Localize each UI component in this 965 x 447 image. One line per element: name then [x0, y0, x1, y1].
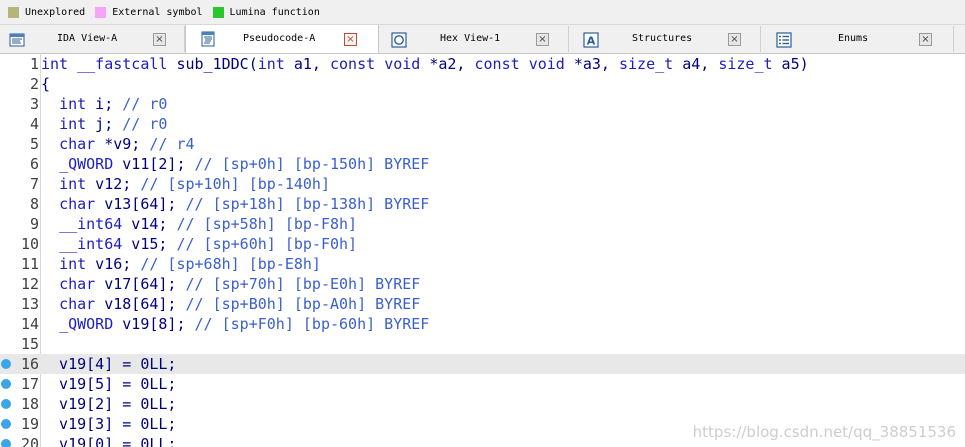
line-number: 9 [29, 215, 39, 233]
code-text[interactable]: char v13[64]; // [sp+18h] [bp-138h] BYRE… [41, 194, 429, 214]
ida-window: Unexplored External symbol Lumina functi… [0, 0, 965, 447]
code-line[interactable]: 2{ [0, 74, 965, 94]
code-text[interactable]: { [41, 74, 50, 94]
line-number: 18 [20, 395, 39, 413]
legend-external-symbol: External symbol [95, 6, 203, 18]
code-text[interactable]: v19[0] = 0LL; [41, 434, 176, 447]
line-number: 20 [20, 435, 39, 447]
line-number: 16 [20, 355, 39, 373]
line-number: 14 [20, 315, 39, 333]
line-number: 15 [20, 335, 39, 353]
tab-structures[interactable]: A Structures × [569, 26, 761, 52]
line-number: 1 [29, 55, 39, 73]
tab-label: Enums [838, 33, 869, 44]
code-text[interactable]: _QWORD v19[8]; // [sp+F0h] [bp-60h] BYRE… [41, 314, 429, 334]
close-icon[interactable]: × [919, 33, 932, 46]
code-text[interactable]: _QWORD v11[2]; // [sp+0h] [bp-150h] BYRE… [41, 154, 429, 174]
enums-icon [776, 32, 792, 48]
code-line[interactable]: 6 _QWORD v11[2]; // [sp+0h] [bp-150h] BY… [0, 154, 965, 174]
code-line[interactable]: 12 char v17[64]; // [sp+70h] [bp-E0h] BY… [0, 274, 965, 294]
code-line[interactable]: 17 v19[5] = 0LL; [0, 374, 965, 394]
external-symbol-swatch-icon [95, 6, 107, 18]
code-line[interactable]: 9 __int64 v14; // [sp+58h] [bp-F8h] [0, 214, 965, 234]
tab-pseudocode-a[interactable]: Pseudocode-A × [185, 25, 379, 53]
code-text[interactable]: v19[2] = 0LL; [41, 394, 176, 414]
disassembly-view-icon [9, 33, 25, 47]
lumina-function-swatch-icon [212, 6, 224, 18]
legend-label: Lumina function [229, 6, 320, 18]
line-number: 5 [29, 135, 39, 153]
tab-enums[interactable]: Enums × [761, 26, 954, 52]
tab-ida-view-a[interactable]: IDA View-A × [0, 26, 185, 52]
code-line[interactable]: 15 [0, 334, 965, 354]
legend-label: Unexplored [25, 6, 86, 18]
code-line[interactable]: 3 int i; // r0 [0, 94, 965, 114]
tab-label: Structures [632, 33, 693, 44]
code-text[interactable]: __int64 v15; // [sp+60h] [bp-F0h] [41, 234, 357, 254]
legend-label: External symbol [112, 6, 203, 18]
watermark: https://blog.csdn.net/qq_38851536 [692, 423, 956, 441]
code-line[interactable]: 1 int __fastcall sub_1DDC(int a1, const v… [0, 54, 965, 74]
structures-icon: A [583, 32, 599, 48]
view-tab-bar: IDA View-A × Pseudocode-A × Hex View-1 × [0, 25, 965, 54]
tab-label: Hex View-1 [440, 33, 501, 44]
color-legend-bar: Unexplored External symbol Lumina functi… [0, 0, 965, 25]
pseudocode-view-icon [201, 31, 215, 47]
legend-lumina-function: Lumina function [212, 6, 320, 18]
code-text[interactable]: int __fastcall sub_1DDC(int a1, const vo… [41, 54, 809, 74]
hex-view-icon [391, 32, 407, 48]
code-line[interactable]: 7 int v12; // [sp+10h] [bp-140h] [0, 174, 965, 194]
code-text[interactable]: int v12; // [sp+10h] [bp-140h] [41, 174, 330, 194]
svg-text:A: A [587, 35, 596, 48]
legend-unexplored: Unexplored [8, 6, 86, 18]
tab-hex-view-1[interactable]: Hex View-1 × [379, 26, 569, 52]
line-number: 13 [20, 295, 39, 313]
code-line[interactable]: 4 int j; // r0 [0, 114, 965, 134]
code-text[interactable]: __int64 v14; // [sp+58h] [bp-F8h] [41, 214, 357, 234]
code-line[interactable]: 18 v19[2] = 0LL; [0, 394, 965, 414]
close-icon[interactable]: × [344, 33, 357, 46]
line-number: 11 [20, 255, 39, 273]
line-number: 6 [29, 155, 39, 173]
code-text[interactable]: v19[5] = 0LL; [41, 374, 176, 394]
close-icon[interactable]: × [153, 33, 166, 46]
line-number: 10 [20, 235, 39, 253]
code-text[interactable]: int i; // r0 [41, 94, 167, 114]
close-icon[interactable]: × [536, 33, 549, 46]
line-number: 3 [29, 95, 39, 113]
code-text[interactable]: int v16; // [sp+68h] [bp-E8h] [41, 254, 321, 274]
line-number: 12 [20, 275, 39, 293]
code-text[interactable]: v19[4] = 0LL; [41, 354, 176, 374]
code-line[interactable]: 5 char *v9; // r4 [0, 134, 965, 154]
unexplored-swatch-icon [8, 6, 19, 18]
line-number: 17 [20, 375, 39, 393]
code-text[interactable]: int j; // r0 [41, 114, 167, 134]
code-line[interactable]: 16 v19[4] = 0LL; [0, 354, 965, 374]
tab-label: IDA View-A [57, 33, 118, 44]
code-line[interactable]: 10 __int64 v15; // [sp+60h] [bp-F0h] [0, 234, 965, 254]
code-text[interactable]: char v18[64]; // [sp+B0h] [bp-A0h] BYREF [41, 294, 420, 314]
line-number: 4 [29, 115, 39, 133]
tab-label: Pseudocode-A [243, 33, 316, 44]
code-line[interactable]: 13 char v18[64]; // [sp+B0h] [bp-A0h] BY… [0, 294, 965, 314]
code-line[interactable]: 14 _QWORD v19[8]; // [sp+F0h] [bp-60h] B… [0, 314, 965, 334]
line-number: 7 [29, 175, 39, 193]
code-text[interactable]: char v17[64]; // [sp+70h] [bp-E0h] BYREF [41, 274, 420, 294]
code-text[interactable]: v19[3] = 0LL; [41, 414, 176, 434]
line-number: 2 [29, 75, 39, 93]
pseudocode-editor[interactable]: 1 int __fastcall sub_1DDC(int a1, const v… [0, 54, 965, 447]
code-line[interactable]: 11 int v16; // [sp+68h] [bp-E8h] [0, 254, 965, 274]
line-number: 8 [29, 195, 39, 213]
code-text[interactable]: char *v9; // r4 [41, 134, 194, 154]
code-line[interactable]: 8 char v13[64]; // [sp+18h] [bp-138h] BY… [0, 194, 965, 214]
line-number: 19 [20, 415, 39, 433]
close-icon[interactable]: × [728, 33, 741, 46]
